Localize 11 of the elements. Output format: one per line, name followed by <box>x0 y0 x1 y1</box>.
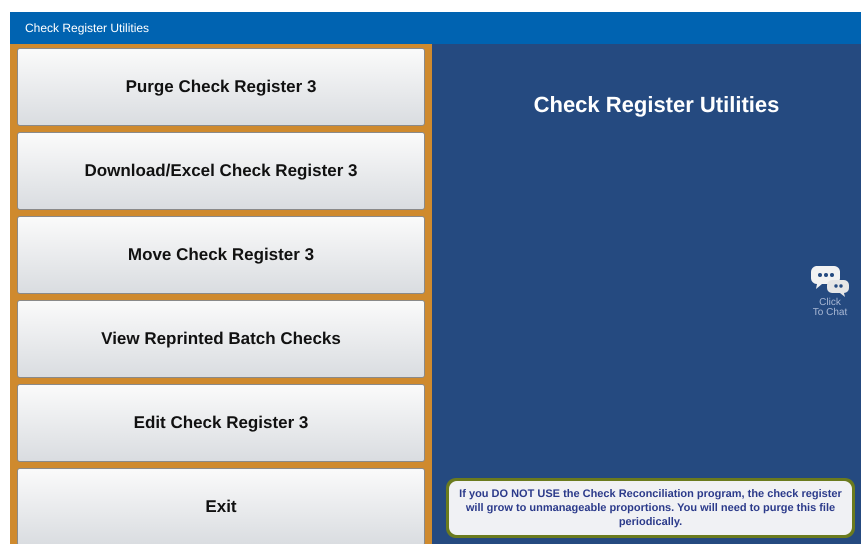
menu-button[interactable]: Download/Excel Check Register 3 <box>17 132 425 210</box>
panel-heading: Check Register Utilities <box>532 91 780 119</box>
menu-button[interactable]: View Reprinted Batch Checks <box>17 300 425 378</box>
chat-label[interactable]: Click To Chat <box>812 298 848 318</box>
window-title: Check Register Utilities <box>25 20 150 37</box>
menu-button[interactable]: Move Check Register 3 <box>17 216 425 294</box>
chat-icon[interactable] <box>810 264 850 298</box>
menu-button[interactable]: Exit <box>17 468 425 544</box>
notice-text: If you DO NOT USE the Check Reconciliation program, the check register will grow to unmanageable proportions. You will need to purge this file periodically. <box>449 481 852 535</box>
menu-button[interactable]: Edit Check Register 3 <box>17 384 425 462</box>
menu-button[interactable]: Purge Check Register 3 <box>17 48 425 126</box>
